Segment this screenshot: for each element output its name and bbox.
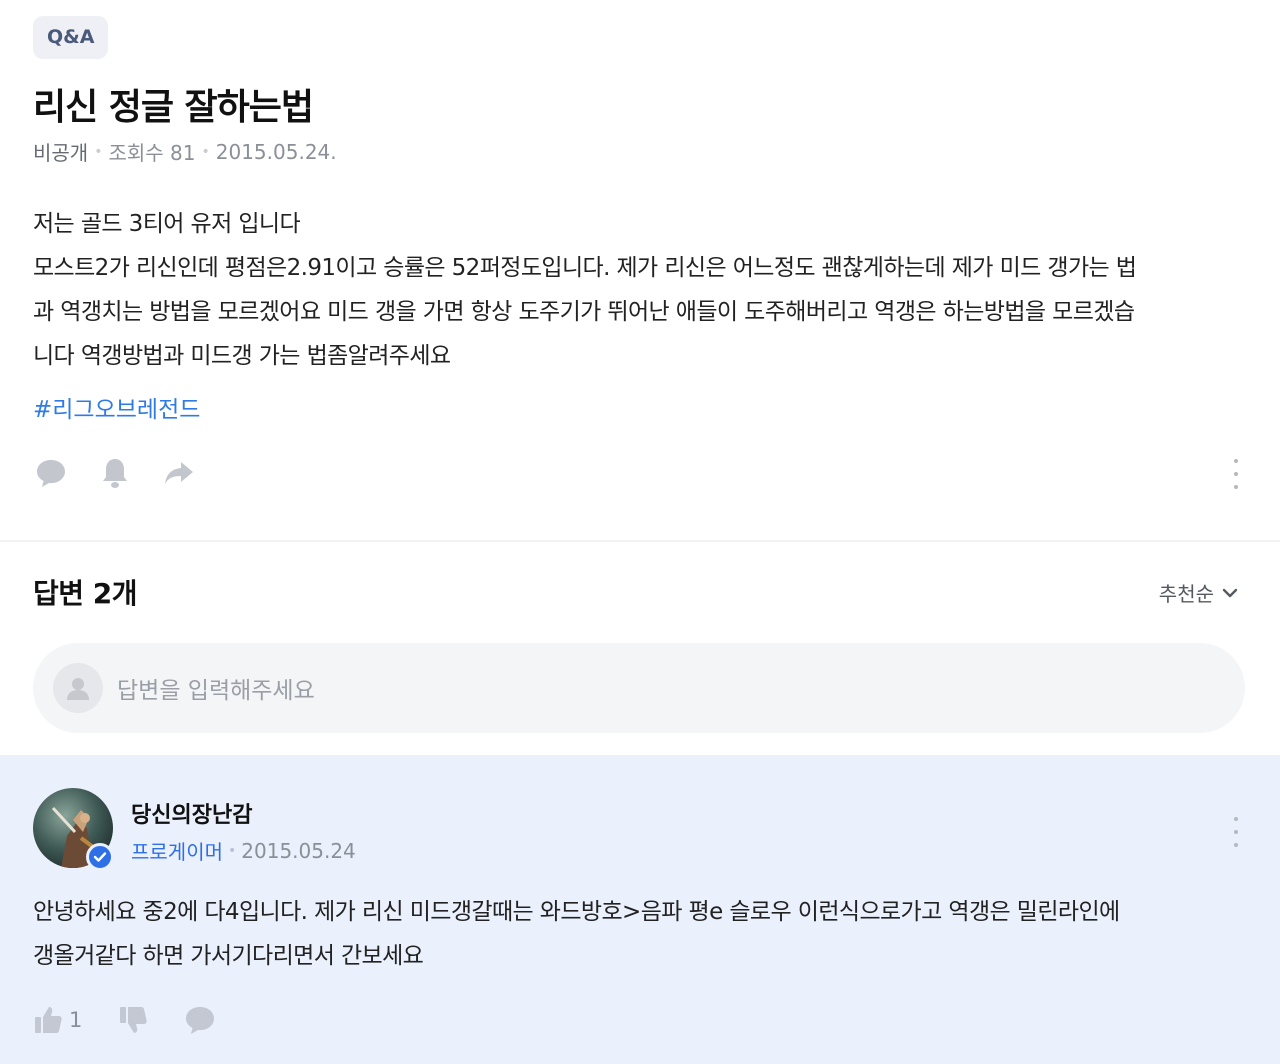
- user-icon: [67, 678, 89, 700]
- chevron-down-icon: [1222, 588, 1238, 597]
- hashtag-link[interactable]: #리그오브레전드: [33, 390, 200, 424]
- question-body-line: 과 역갱치는 방법을 모르겠어요 미드 갱을 가면 항상 도주기가 뛰어난 애들…: [33, 299, 1135, 325]
- question-body-line: 모스트2가 리신인데 평점은2.91이고 승률은 52퍼정도입니다. 제가 리신…: [33, 255, 1137, 281]
- thumbs-down-icon: [120, 1007, 148, 1033]
- user-avatar-placeholder: [53, 663, 103, 713]
- kebab-dot: [1234, 830, 1238, 834]
- answers-count-heading: 답변 2개: [33, 577, 138, 610]
- dislike-button[interactable]: [118, 1005, 148, 1035]
- share-icon: [165, 462, 193, 484]
- kebab-dot: [1234, 472, 1238, 476]
- answer-body-line: 갱올거같다 하면 가서기다리면서 간보세요: [33, 943, 424, 969]
- answerer-name[interactable]: 당신의장난감: [131, 797, 252, 829]
- question-body-line: 니다 역갱방법과 미드갱 가는 법좀알려주세요: [33, 343, 451, 369]
- answer-actions: 1: [33, 1005, 252, 1035]
- question-title: 리신 정글 잘하는법: [33, 87, 314, 128]
- notify-button[interactable]: [97, 455, 133, 491]
- question-author: 비공개: [33, 141, 89, 165]
- question-views: 조회수 81: [108, 141, 196, 165]
- answer-card: 당신의장난감 프로게이머 • 2015.05.24 안녕하세요 중2에 다4입니…: [0, 755, 1280, 1064]
- question-date: 2015.05.24.: [215, 139, 337, 164]
- kebab-dot: [1234, 459, 1238, 463]
- question-body: 저는 골드 3티어 유저 입니다 모스트2가 리신인데 평점은2.91이고 승률…: [33, 202, 1248, 378]
- kebab-dot: [1234, 817, 1238, 821]
- sort-label: 추천순: [1158, 582, 1214, 606]
- comment-button[interactable]: [33, 455, 69, 491]
- question-actions: [33, 455, 225, 491]
- question-section: Q&A 리신 정글 잘하는법 비공개 • 조회수 81 • 2015.05.24…: [0, 0, 1280, 540]
- sort-dropdown[interactable]: 추천순: [1159, 578, 1238, 607]
- question-body-line: 저는 골드 3티어 유저 입니다: [33, 211, 301, 237]
- answer-input-placeholder: 답변을 입력해주세요: [117, 678, 315, 704]
- answer-body: 안녕하세요 중2에 다4입니다. 제가 리신 미드갱갈때는 와드방호>음파 평e…: [33, 890, 1248, 978]
- bell-icon: [103, 459, 127, 488]
- section-divider: [0, 540, 1280, 542]
- comment-icon: [186, 1007, 215, 1034]
- kebab-dot: [1234, 485, 1238, 489]
- like-button[interactable]: 1: [33, 1005, 82, 1035]
- comment-icon: [37, 460, 65, 487]
- question-meta: 비공개 • 조회수 81 • 2015.05.24.: [33, 137, 337, 166]
- kebab-dot: [1234, 843, 1238, 847]
- question-more-button[interactable]: [1230, 459, 1242, 489]
- verified-badge-icon: [86, 843, 114, 871]
- category-badge[interactable]: Q&A: [33, 16, 109, 59]
- answerer-role: 프로게이머: [131, 840, 223, 864]
- answer-body-line: 안녕하세요 중2에 다4입니다. 제가 리신 미드갱갈때는 와드방호>음파 평e…: [33, 899, 1120, 925]
- meta-separator: •: [228, 842, 237, 859]
- like-count: 1: [69, 1008, 83, 1032]
- thumbs-up-icon: [35, 1007, 62, 1033]
- answer-more-button[interactable]: [1230, 817, 1242, 847]
- answer-meta: 프로게이머 • 2015.05.24: [131, 836, 356, 865]
- check-icon: [93, 852, 107, 862]
- meta-separator: •: [201, 143, 210, 160]
- share-button[interactable]: [161, 455, 197, 491]
- meta-separator: •: [94, 143, 103, 160]
- answer-date: 2015.05.24: [241, 838, 356, 863]
- reply-button[interactable]: [184, 1005, 216, 1035]
- answer-input[interactable]: 답변을 입력해주세요: [33, 643, 1245, 733]
